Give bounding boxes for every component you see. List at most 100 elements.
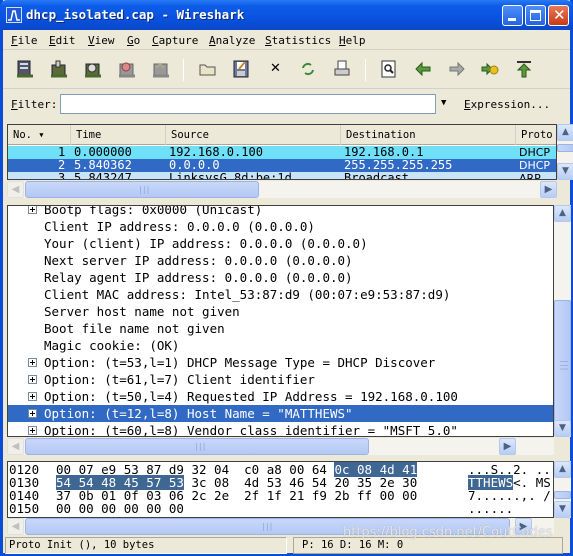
menu-edit[interactable]: Edit [49, 34, 76, 47]
interface-list-button[interactable] [15, 59, 35, 79]
detail-row[interactable]: Option: (t=53,l=1) DHCP Message Type = D… [8, 354, 553, 371]
filter-label-accel: F [11, 98, 18, 111]
expand-icon[interactable] [28, 409, 37, 418]
scroll-right-button[interactable]: ▶ [540, 181, 557, 198]
go-back-button[interactable] [413, 59, 433, 79]
detail-row[interactable]: Server host name not given [8, 303, 553, 320]
maximize-button[interactable] [525, 5, 546, 26]
scroll-down-button[interactable]: ▼ [554, 501, 571, 518]
column-header-protocol[interactable]: Proto [516, 125, 556, 145]
restart-capture-icon [153, 62, 169, 78]
expand-icon[interactable] [28, 392, 37, 401]
save-file-button[interactable] [231, 59, 251, 79]
chevron-down-icon: ▼ [562, 166, 569, 176]
column-header-no[interactable]: No. ▾ [8, 125, 71, 145]
scroll-thumb[interactable] [557, 144, 573, 152]
close-file-button[interactable]: ✕ [265, 59, 285, 79]
scroll-left-button[interactable]: ◀ [7, 518, 24, 535]
scroll-thumb[interactable]: ||| [554, 300, 571, 430]
hex-row[interactable]: 0150 00 00 00 00 00 00...... [8, 501, 553, 516]
interface-list-icon [17, 60, 33, 78]
detail-row[interactable]: Boot file name not given [8, 320, 553, 337]
packet-details-pane: Bootp flags: 0x0000 (Unicast) Client IP a… [7, 205, 554, 437]
expand-icon[interactable] [28, 358, 37, 367]
detail-row[interactable]: Client MAC address: Intel_53:87:d9 (00:0… [8, 286, 553, 303]
menu-help[interactable]: Help [339, 34, 366, 47]
packet-row[interactable]: 3 5.843247 LinksysG_8d:be:1d Broadcast A… [8, 172, 556, 179]
scroll-thumb[interactable]: ||| [25, 181, 259, 198]
scroll-up-button[interactable]: ▲ [554, 461, 571, 478]
go-to-packet-button[interactable] [480, 59, 500, 79]
column-header-source[interactable]: Source [166, 125, 341, 145]
scroll-down-button[interactable]: ▼ [554, 420, 571, 437]
bytes-hscrollbar[interactable]: ◀ ||| ▶ [7, 518, 554, 535]
expression-button[interactable]: Expression... [464, 98, 550, 111]
close-file-icon: ✕ [270, 61, 281, 76]
menu-capture-label: apture [158, 34, 199, 47]
scroll-down-button[interactable]: ▼ [557, 163, 573, 180]
capture-options-icon [51, 60, 67, 78]
scroll-thumb[interactable]: ||| [25, 438, 369, 455]
scroll-right-button[interactable]: ▶ [515, 518, 532, 535]
menu-analyze[interactable]: Analyze [209, 34, 255, 47]
detail-row[interactable]: Relay agent IP address: 0.0.0.0 (0.0.0.0… [8, 269, 553, 286]
detail-row[interactable]: Client IP address: 0.0.0.0 (0.0.0.0) [8, 218, 553, 235]
restart-capture-button[interactable] [151, 59, 171, 79]
expression-accel: E [464, 98, 471, 111]
detail-text: Option: (t=12,l=8) Host Name = "MATTHEWS… [44, 406, 353, 421]
stop-capture-button[interactable] [117, 59, 137, 79]
menu-go[interactable]: Go [127, 34, 140, 47]
minimize-button[interactable] [502, 5, 523, 26]
expand-icon[interactable] [28, 206, 37, 214]
find-packet-button[interactable] [379, 59, 399, 79]
expand-icon[interactable] [28, 375, 37, 384]
go-to-first-button[interactable] [514, 59, 534, 79]
scroll-thumb[interactable]: ||| [25, 518, 510, 535]
capture-options-button[interactable] [49, 59, 69, 79]
main-toolbar: ✕ [3, 51, 570, 89]
scroll-up-button[interactable]: ▲ [554, 205, 571, 222]
column-header-time[interactable]: Time [71, 125, 166, 145]
menu-file[interactable]: File [11, 34, 38, 47]
detail-row[interactable]: Option: (t=60,l=8) Vendor class identifi… [8, 422, 553, 436]
menu-view[interactable]: View [88, 34, 115, 47]
title-bar[interactable]: dhcp_isolated.cap - Wireshark ✕ [0, 0, 573, 30]
column-header-destination[interactable]: Destination [341, 125, 516, 145]
detail-row[interactable]: Your (client) IP address: 0.0.0.0 (0.0.0… [8, 235, 553, 252]
scroll-left-button[interactable]: ◀ [7, 181, 24, 198]
print-button[interactable] [332, 59, 352, 79]
packet-list-hscrollbar[interactable]: ◀ ||| ▶ [7, 181, 557, 198]
start-capture-button[interactable] [83, 59, 103, 79]
packet-list-vscrollbar[interactable]: ▲ ▼ [557, 124, 573, 180]
ascii-text: ...... [468, 501, 514, 516]
detail-row-selected[interactable]: Option: (t=12,l=8) Host Name = "MATTHEWS… [8, 405, 553, 422]
detail-row[interactable]: Option: (t=61,l=7) Client identifier [8, 371, 553, 388]
expand-icon[interactable] [28, 426, 37, 435]
go-forward-button[interactable] [447, 59, 467, 79]
chevron-right-icon: ▶ [503, 441, 512, 452]
close-button[interactable]: ✕ [548, 5, 569, 26]
chevron-up-icon: ▲ [559, 208, 566, 218]
scroll-right-button[interactable]: ▶ [499, 438, 516, 455]
scroll-thumb[interactable] [554, 491, 571, 499]
open-file-button[interactable] [198, 59, 218, 79]
detail-row[interactable]: Option: (t=50,l=4) Requested IP Address … [8, 388, 553, 405]
scroll-up-button[interactable]: ▲ [557, 124, 573, 141]
find-packet-icon [381, 60, 396, 78]
reload-icon [302, 62, 314, 76]
detail-row[interactable]: Magic cookie: (OK) [8, 337, 553, 354]
filter-input[interactable] [60, 94, 436, 114]
scroll-left-button[interactable]: ◀ [7, 438, 24, 455]
filter-dropdown-arrow[interactable]: ▼ [441, 98, 446, 108]
detail-row[interactable]: Bootp flags: 0x0000 (Unicast) [8, 206, 553, 218]
details-vscrollbar[interactable]: ▲ ||| ▼ [554, 205, 571, 437]
details-hscrollbar[interactable]: ◀ ||| ▶ [7, 438, 554, 455]
grip-icon: ||| [261, 522, 273, 531]
menu-statistics[interactable]: Statistics [265, 34, 331, 47]
menu-capture[interactable]: Capture [152, 34, 198, 47]
detail-text: Your (client) IP address: 0.0.0.0 (0.0.0… [44, 236, 368, 251]
bytes-vscrollbar[interactable]: ▲ ▼ [554, 461, 571, 518]
detail-row[interactable]: Next server IP address: 0.0.0.0 (0.0.0.0… [8, 252, 553, 269]
grip-icon: ||| [560, 359, 569, 371]
reload-button[interactable] [298, 59, 318, 79]
